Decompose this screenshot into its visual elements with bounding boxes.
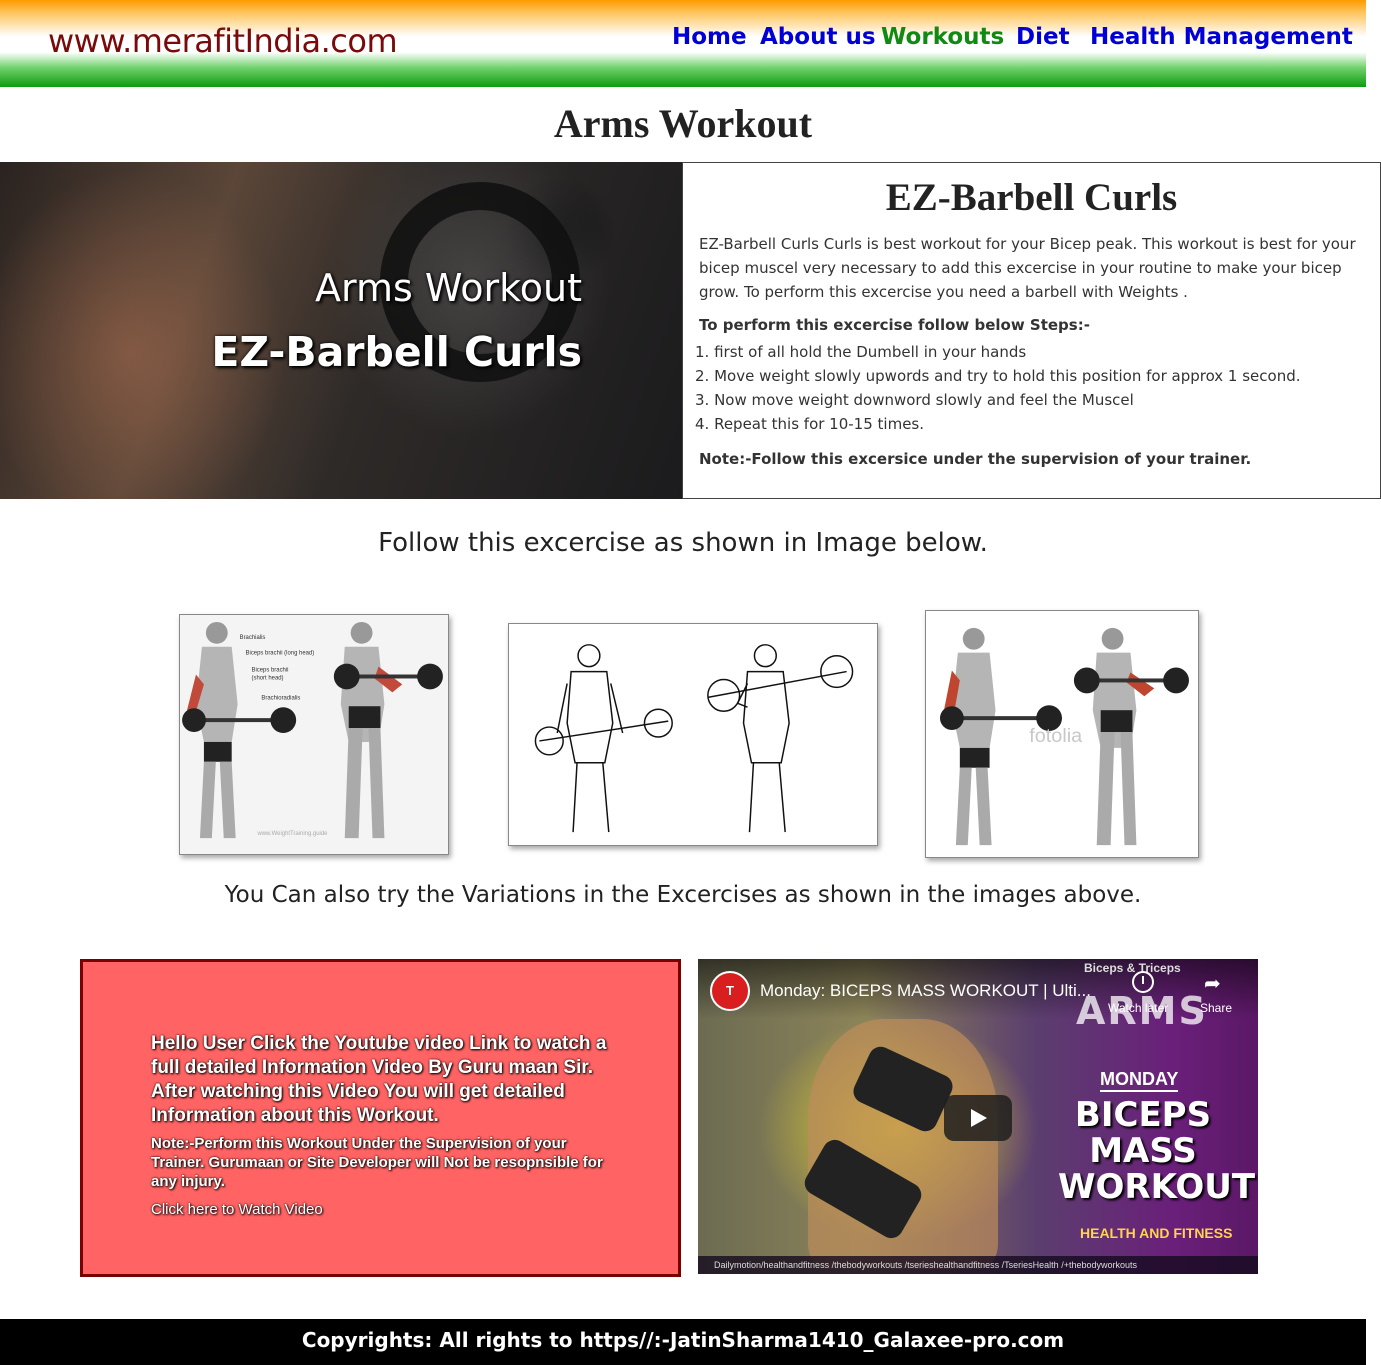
step-item: 3. Now move weight downword slowly and f…	[695, 391, 1134, 409]
watch-later-icon[interactable]	[1132, 971, 1154, 993]
step-item: 2. Move weight slowly upwords and try to…	[695, 367, 1301, 385]
hero-image: Arms Workout EZ-Barbell Curls	[0, 162, 682, 499]
muscle-label: (short head)	[252, 675, 284, 681]
video-tag: Biceps & Triceps	[1084, 961, 1181, 975]
nav-about-us[interactable]: About us	[760, 24, 876, 50]
watch-later-label[interactable]: Watch later	[1108, 1001, 1168, 1015]
header-bar: www.merafitIndia.com Home About us Worko…	[0, 0, 1366, 87]
share-icon[interactable]: ➦	[1204, 971, 1221, 996]
exercise-description: EZ-Barbell Curls Curls is best workout f…	[699, 235, 1356, 301]
callout-message: Hello User Click the Youtube video Link …	[151, 1033, 607, 1126]
muscle-label: Biceps brachii (long head)	[246, 651, 315, 657]
watch-video-link[interactable]: Click here to Watch Video	[151, 1201, 323, 1218]
muscle-label: Biceps brachii	[252, 668, 289, 674]
exercise-image-colored: fotolia	[925, 610, 1199, 858]
exercise-illustration-1: Brachialis Biceps brachii (long head) Bi…	[180, 615, 448, 854]
exercise-image-muscles: Brachialis Biceps brachii (long head) Bi…	[179, 614, 449, 855]
site-name[interactable]: www.merafitIndia.com	[48, 22, 398, 60]
nav-home[interactable]: Home	[672, 24, 747, 50]
video-monday-text: MONDAY	[1100, 1069, 1179, 1092]
callout-warning: Note:-Perform this Workout Under the Sup…	[151, 1135, 603, 1190]
video-brand: HEALTH AND FITNESS	[1080, 1225, 1233, 1241]
nav-diet[interactable]: Diet	[1016, 24, 1070, 50]
exercise-image-lineart	[508, 623, 878, 846]
footer: Copyrights: All rights to https//:-Jatin…	[0, 1319, 1366, 1365]
exercise-illustration-2	[509, 624, 877, 845]
nav-workouts[interactable]: Workouts	[881, 24, 1004, 50]
video-social-strip: Dailymotion/healthandfitness /thebodywor…	[698, 1256, 1258, 1274]
exercise-heading: EZ-Barbell Curls	[885, 176, 1178, 219]
channel-logo-icon[interactable]: T	[710, 971, 750, 1011]
play-button-icon[interactable]	[944, 1095, 1012, 1141]
step-item: 4. Repeat this for 10-15 times.	[695, 415, 925, 433]
video-callout-box: Hello User Click the Youtube video Link …	[80, 959, 681, 1277]
exercise-info-box: EZ-Barbell Curls EZ-Barbell Curls Curls …	[682, 162, 1381, 499]
hero-title: Arms Workout	[315, 266, 582, 310]
variations-text: You Can also try the Variations in the E…	[224, 882, 1142, 908]
steps-heading: To perform this excercise follow below S…	[699, 316, 1090, 334]
watermark: fotolia	[1029, 725, 1083, 747]
steps-list: 1. first of all hold the Dumbell in your…	[695, 340, 1364, 436]
video-overlay-title: BICEPS MASS WORKOUT	[1058, 1095, 1256, 1207]
step-item: 1. first of all hold the Dumbell in your…	[695, 343, 1027, 361]
follow-instructions: Follow this excercise as shown in Image …	[378, 528, 988, 558]
page-title: Arms Workout	[553, 101, 813, 146]
exercise-illustration-3: fotolia	[926, 611, 1198, 857]
muscle-label: Brachioradialis	[261, 695, 300, 701]
exercise-note: Note:-Follow this excersice under the su…	[699, 450, 1252, 468]
muscle-label: Brachialis	[240, 635, 266, 641]
video-title[interactable]: Monday: BICEPS MASS WORKOUT | Ulti...	[760, 981, 1091, 1001]
watermark: www.WeightTraining.guide	[256, 831, 328, 837]
nav-health-management[interactable]: Health Management	[1090, 24, 1353, 50]
youtube-video-embed[interactable]: T Monday: BICEPS MASS WORKOUT | Ulti... …	[698, 959, 1258, 1274]
hero-subtitle: EZ-Barbell Curls	[211, 328, 582, 376]
share-label[interactable]: Share	[1200, 1001, 1232, 1015]
